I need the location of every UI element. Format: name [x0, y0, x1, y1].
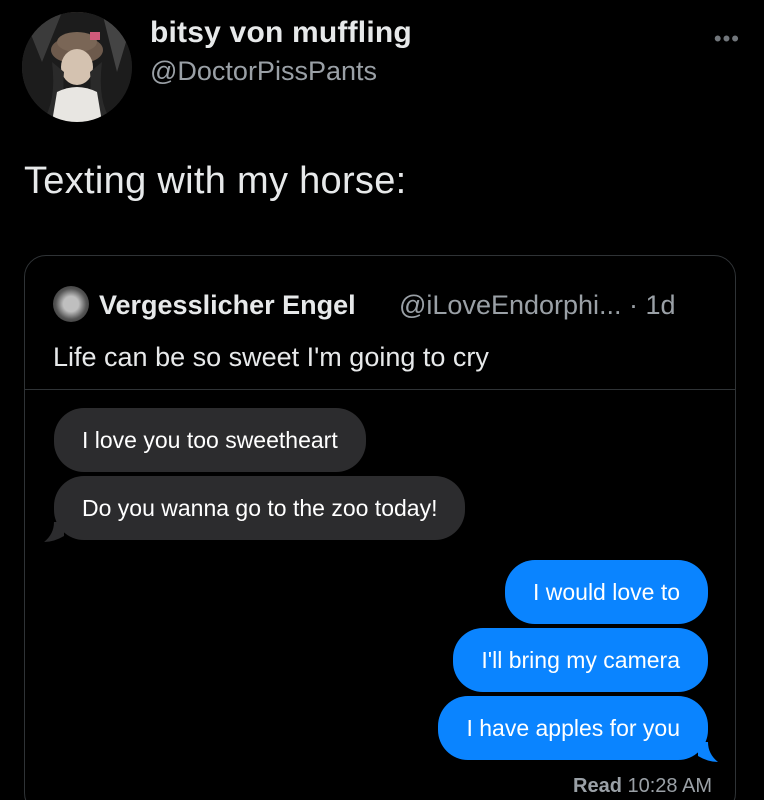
outgoing-message-bubble: I'll bring my camera: [453, 628, 708, 692]
quoted-divider: [25, 389, 735, 390]
quoted-handle-timestamp: @iLoveEndorphi... · 1d: [399, 290, 676, 320]
display-name[interactable]: bitsy von muffling: [150, 16, 412, 50]
more-horizontal-icon[interactable]: •••: [714, 28, 740, 50]
incoming-message-bubble: Do you wanna go to the zoo today!: [54, 476, 466, 540]
quoted-display-name: Vergesslicher Engel: [99, 290, 356, 320]
read-receipt: Read 10:28 AM: [573, 775, 712, 798]
incoming-message-bubble: I love you too sweetheart: [54, 408, 366, 472]
tweet-screenshot: bitsy von muffling @DoctorPissPants ••• …: [0, 0, 764, 800]
avatar-image: [22, 12, 132, 122]
read-time: 10:28 AM: [627, 775, 712, 797]
outgoing-message-bubble: I would love to: [504, 560, 708, 624]
outgoing-bubble-tail: [698, 742, 718, 762]
quoted-tweet-text: Life can be so sweet I'm going to cry: [53, 342, 489, 372]
outgoing-message-bubble: I have apples for you: [438, 696, 708, 760]
read-label: Read: [573, 775, 622, 797]
tweet-text: Texting with my horse:: [24, 160, 407, 202]
avatar[interactable]: [22, 12, 132, 122]
incoming-bubble-tail: [44, 522, 64, 542]
user-handle[interactable]: @DoctorPissPants: [150, 56, 377, 87]
quoted-avatar: [53, 286, 89, 322]
